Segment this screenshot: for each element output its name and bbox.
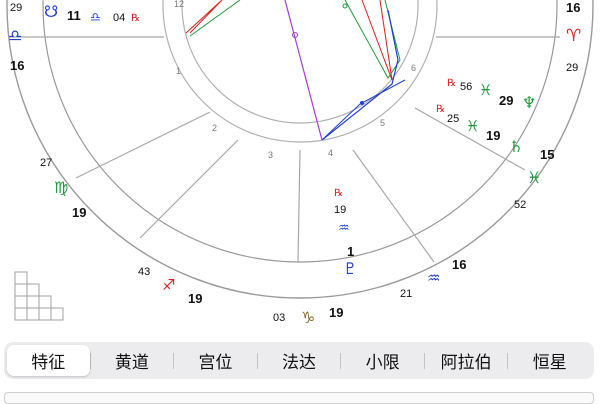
cusp-degree-aquarius: 16 [452, 257, 466, 272]
aquarius-sign-icon: ♒ [427, 269, 440, 287]
house-number-6: 6 [411, 63, 416, 73]
center-planet-degree: 19 [334, 204, 346, 216]
aspect-grid-icon[interactable] [14, 271, 64, 321]
libra-small-icon: ♎ [90, 10, 101, 24]
aspect-lines [185, 0, 406, 141]
tab-houses[interactable]: 宫位 [174, 345, 257, 376]
tab-firdaria[interactable]: 法达 [258, 345, 341, 376]
neptune-minutes: 56 [460, 81, 472, 93]
node-degree: 11 [67, 8, 81, 23]
pisces-sign-icon: ♓ [527, 168, 541, 187]
cusp-degree-virgo: 19 [72, 205, 86, 220]
tab-fixed-stars[interactable]: 恒星 [508, 345, 591, 376]
house-number-4: 4 [328, 148, 333, 158]
house-number-5: 5 [380, 118, 385, 128]
cusp-degree-sagittarius: 19 [188, 291, 202, 306]
neptune-degree: 29 [499, 93, 513, 108]
segmented-tab-bar: 特征 黄道 宫位 法达 小限 阿拉伯 恒星 [4, 342, 594, 379]
retrograde-icon: ℞ [447, 78, 456, 89]
saturn-icon: ♄ [509, 137, 523, 156]
house-number-2: 2 [212, 123, 217, 133]
cusp-degree-left-lower: 27 [40, 157, 52, 169]
tab-profection[interactable]: 小限 [341, 345, 424, 376]
house-cusps [8, 36, 560, 263]
south-node-icon: ☋ [44, 2, 58, 21]
saturn-degree: 19 [486, 128, 500, 143]
saturn-minutes: 25 [447, 113, 459, 125]
capricorn-sign-icon: ♑ [301, 308, 315, 327]
sagittarius-sign-icon: ♐ [162, 276, 175, 294]
cusp-degree-lower-right: 21 [400, 288, 412, 300]
house-number-1: 1 [176, 66, 181, 76]
cusp-degree-top-left: 29 [10, 2, 22, 14]
outer-ring [6, 0, 594, 299]
pluto-degree: 1 [347, 244, 354, 259]
tab-features[interactable]: 特征 [7, 345, 90, 376]
house-ring-outer [162, 0, 438, 143]
house-number-3: 3 [268, 150, 273, 160]
cusp-degree-capricorn: 19 [329, 305, 343, 320]
content-panel-edge [4, 392, 594, 404]
cusp-degree-right-mid: 29 [566, 62, 578, 74]
neptune-icon: ♆ [522, 93, 536, 112]
astrology-chart: 12 1 2 3 4 5 6 29 16 27 19 43 19 03 19 2… [6, 0, 594, 327]
cusp-degree-left: 16 [10, 58, 24, 73]
virgo-sign-icon: ♍ [54, 178, 68, 197]
aries-sign-icon: ♈ [566, 26, 581, 46]
cusp-degree-right-lower: 52 [514, 199, 526, 211]
tab-zodiac[interactable]: 黄道 [91, 345, 174, 376]
zodiac-inner-ring [42, 0, 558, 263]
cusp-degree-right-top: 16 [566, 0, 580, 15]
retrograde-icon: ℞ [334, 188, 343, 199]
aquarius-small-icon: ♒ [338, 221, 350, 236]
house-number-12: 12 [174, 0, 184, 9]
retrograde-icon: ℞ [436, 104, 445, 115]
cusp-degree-lower-left: 43 [138, 266, 150, 278]
retrograde-icon: ℞ [131, 13, 140, 24]
tab-arabic-parts[interactable]: 阿拉伯 [425, 345, 508, 376]
libra-planet-degree: 04 [113, 12, 125, 24]
pisces-small-icon: ♓ [466, 117, 479, 135]
pluto-icon: ♇ [343, 259, 357, 278]
libra-sign-icon: ♎ [8, 26, 22, 45]
cusp-degree-pisces: 15 [540, 147, 554, 162]
pisces-small-icon: ♓ [479, 81, 492, 99]
cusp-degree-bottom: 03 [273, 312, 285, 324]
